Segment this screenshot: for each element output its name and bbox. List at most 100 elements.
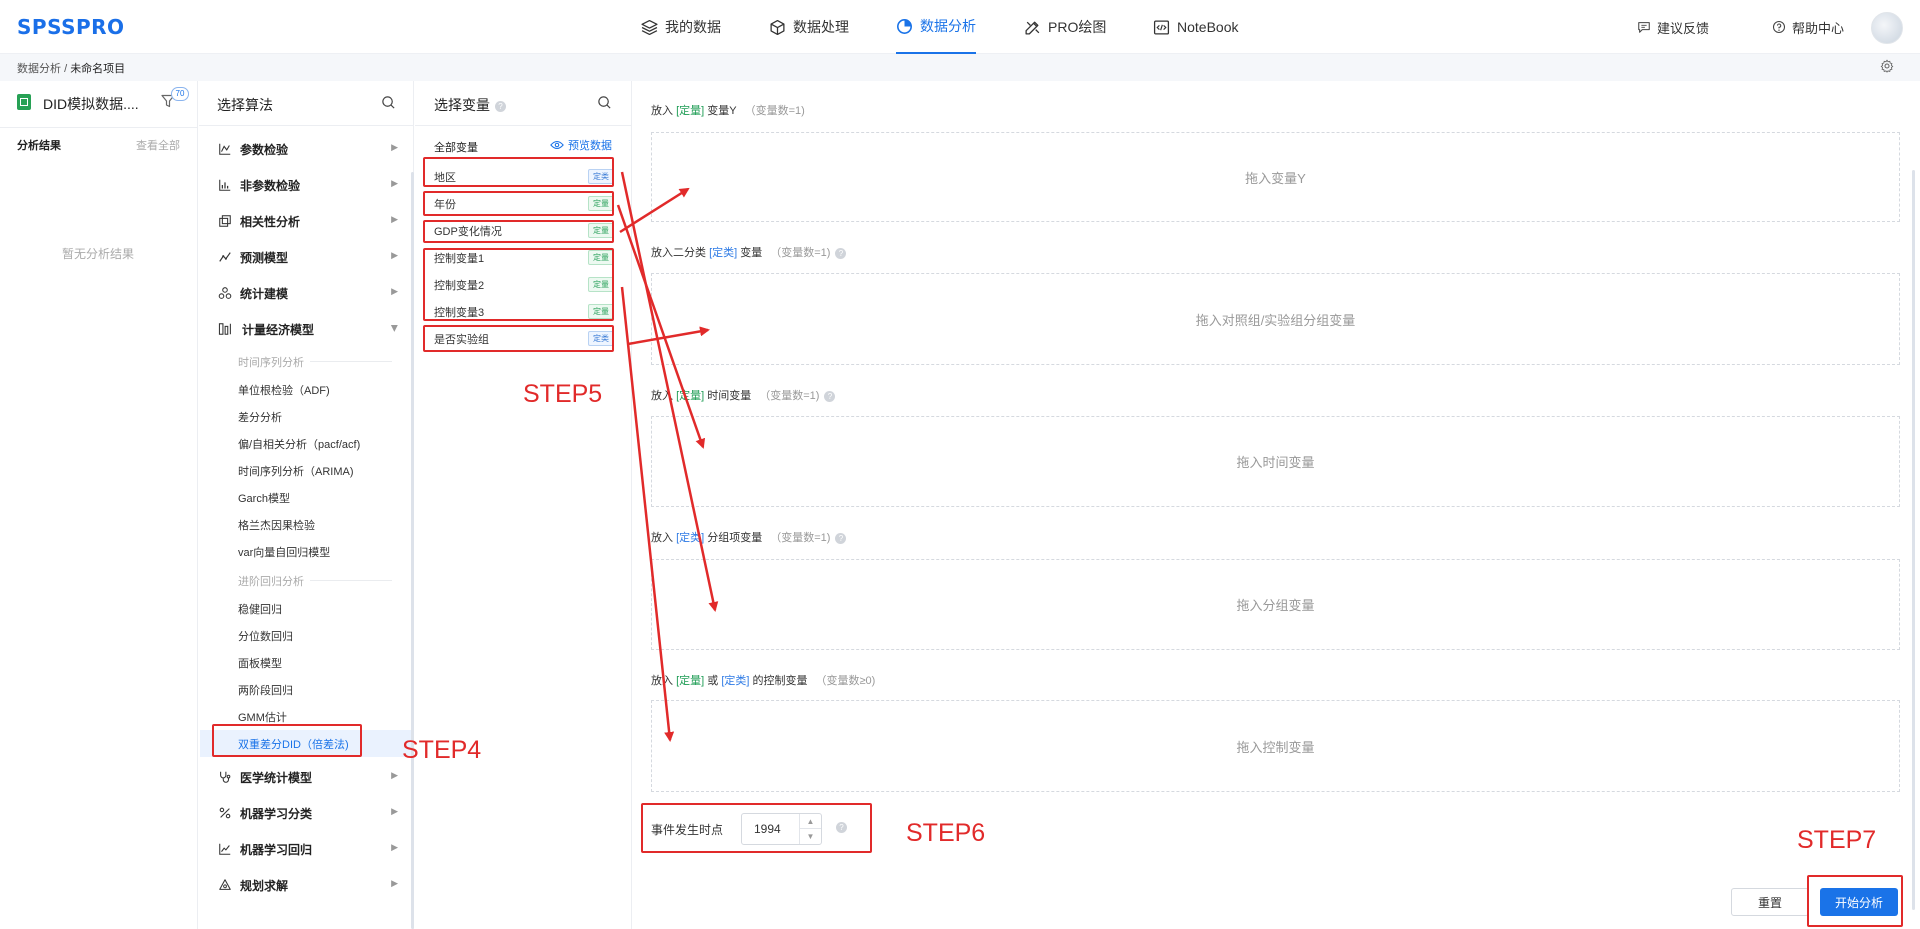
breadcrumb: 数据分析 / 未命名项目 (0, 54, 1920, 81)
chevron-down-icon: ▶ (390, 325, 401, 332)
category-prediction-model[interactable]: 预测模型 ▶ (218, 247, 398, 267)
drop-label-time: 放入 [定量] 时间变量 （变量数=1)? (651, 387, 836, 403)
drop-zone-y[interactable]: 拖入变量Y (651, 132, 1900, 222)
help-center-link[interactable]: 帮助中心 (1772, 0, 1844, 54)
nav-label: PRO绘图 (1048, 19, 1107, 35)
nav-data-analysis[interactable]: 数据分析 (896, 0, 976, 54)
drop-label-joiner: 或 (704, 675, 722, 687)
view-all-link[interactable]: 查看全部 (136, 137, 180, 153)
annotation-box (423, 325, 614, 352)
step5-label: STEP5 (523, 380, 603, 408)
nav-data-processing[interactable]: 数据处理 (769, 0, 849, 54)
drop-placeholder: 拖入分组变量 (1236, 598, 1315, 613)
breadcrumb-separator: / (64, 63, 68, 75)
algo-pacf-acf[interactable]: 偏/自相关分析（pacf/acf) (238, 436, 360, 452)
drop-zone-treatment-group[interactable]: 拖入对照组/实验组分组变量 (651, 273, 1900, 365)
bar-columns-icon (218, 323, 231, 335)
algo-granger[interactable]: 格兰杰因果检验 (238, 517, 315, 533)
group-label-time-series: 时间序列分析 (238, 357, 304, 369)
breadcrumb-root[interactable]: 数据分析 (17, 63, 61, 75)
algo-garch[interactable]: Garch模型 (238, 490, 290, 506)
category-label: 相关性分析 (240, 214, 301, 229)
category-econometric-model[interactable]: 计量经济模型 ▶ (218, 319, 401, 339)
top-bar: SPSSPRO 我的数据 数据处理 数据分析 PRO绘图 NoteBook 建议… (0, 0, 1920, 54)
type-tag: [定类] (676, 532, 705, 544)
search-icon[interactable] (597, 95, 612, 110)
code-icon (1153, 19, 1170, 35)
nav-my-data[interactable]: 我的数据 (641, 0, 721, 54)
algo-adf[interactable]: 单位根检验（ADF) (238, 382, 330, 398)
algorithm-scrollbar[interactable] (411, 172, 414, 929)
nav-label: 数据分析 (920, 18, 976, 34)
search-icon[interactable] (381, 95, 396, 110)
chevron-right-icon: ▶ (391, 878, 398, 888)
chevron-right-icon: ▶ (391, 178, 398, 188)
user-avatar[interactable] (1871, 12, 1903, 44)
category-statistical-modeling[interactable]: 统计建模 ▶ (218, 283, 398, 303)
divider (415, 125, 632, 126)
trend-icon (219, 252, 231, 262)
category-ml-classification[interactable]: 机器学习分类 ▶ (218, 803, 398, 823)
drop-zone-controls[interactable]: 拖入控制变量 (651, 700, 1900, 792)
help-icon[interactable]: ? (495, 100, 506, 112)
help-icon[interactable]: ? (824, 390, 836, 402)
category-correlation[interactable]: 相关性分析 ▶ (218, 211, 398, 231)
chart-trend-icon (219, 843, 231, 855)
feedback-link[interactable]: 建议反馈 (1637, 0, 1709, 54)
drop-label-prefix: 放入 (651, 390, 673, 402)
message-icon (1638, 22, 1650, 33)
chevron-right-icon: ▶ (391, 250, 398, 260)
type-tag: [定类] (721, 675, 750, 687)
category-optimization[interactable]: 规划求解 ▶ (218, 875, 398, 895)
preview-data-link[interactable]: 预览数据 (550, 137, 612, 153)
algo-difference[interactable]: 差分分析 (238, 409, 282, 425)
help-icon[interactable]: ? (835, 247, 847, 259)
question-circle-icon (1772, 20, 1786, 34)
category-nonparametric-test[interactable]: 非参数检验 ▶ (218, 175, 398, 195)
drop-zone-time[interactable]: 拖入时间变量 (651, 416, 1900, 507)
variable-panel-title: 选择变量? (434, 95, 506, 115)
cube-icon (770, 19, 785, 35)
type-tag: [定量] (676, 390, 705, 402)
drop-label-prefix: 放入 (651, 675, 673, 687)
planning-icon (219, 879, 231, 890)
reset-button[interactable]: 重置 (1731, 888, 1809, 916)
settings-gear-icon[interactable] (1880, 59, 1894, 73)
category-ml-regression[interactable]: 机器学习回归 ▶ (218, 839, 398, 859)
drop-label-suffix: 变量 (737, 247, 763, 259)
stethoscope-icon (220, 771, 231, 783)
analysis-results-label: 分析结果 (17, 140, 61, 152)
nav-pro-drawing[interactable]: PRO绘图 (1024, 0, 1106, 54)
chevron-right-icon: ▶ (391, 142, 398, 152)
category-label: 机器学习回归 (240, 842, 313, 857)
file-title[interactable]: DID模拟数据.... (43, 94, 139, 114)
app-logo[interactable]: SPSSPRO (17, 15, 125, 39)
preview-data-label: 预览数据 (568, 140, 612, 152)
category-parametric-test[interactable]: 参数检验 ▶ (218, 139, 398, 159)
var-count: （变量数=1) (744, 105, 805, 117)
left-panel (0, 81, 198, 929)
config-scrollbar[interactable] (1912, 170, 1915, 910)
var-count: （变量数=1) (759, 390, 820, 402)
help-label: 帮助中心 (1792, 20, 1845, 36)
nav-notebook[interactable]: NoteBook (1153, 0, 1238, 54)
help-icon[interactable]: ? (835, 532, 847, 544)
algo-panel-model[interactable]: 面板模型 (238, 655, 282, 671)
category-medical-stats[interactable]: 医学统计模型 ▶ (218, 767, 398, 787)
step7-label: STEP7 (1797, 826, 1877, 854)
divider (199, 125, 414, 126)
drop-placeholder: 拖入对照组/实验组分组变量 (1195, 312, 1356, 328)
var-count: （变量数=1) (770, 532, 831, 544)
algo-quantile-regression[interactable]: 分位数回归 (238, 628, 293, 644)
algo-gmm[interactable]: GMM估计 (238, 709, 287, 725)
algo-var[interactable]: var向量自回归模型 (238, 544, 330, 560)
algo-two-stage[interactable]: 两阶段回归 (238, 682, 293, 698)
chart-bar-icon (219, 179, 231, 191)
annotation-box (423, 220, 614, 243)
copy-squares-icon (219, 215, 231, 227)
divider (0, 127, 198, 128)
algo-arima[interactable]: 时间序列分析（ARIMA) (238, 463, 354, 479)
algo-robust-regression[interactable]: 稳健回归 (238, 601, 282, 617)
breadcrumb-current: 未命名项目 (70, 63, 126, 75)
drop-zone-group-item[interactable]: 拖入分组变量 (651, 559, 1900, 650)
